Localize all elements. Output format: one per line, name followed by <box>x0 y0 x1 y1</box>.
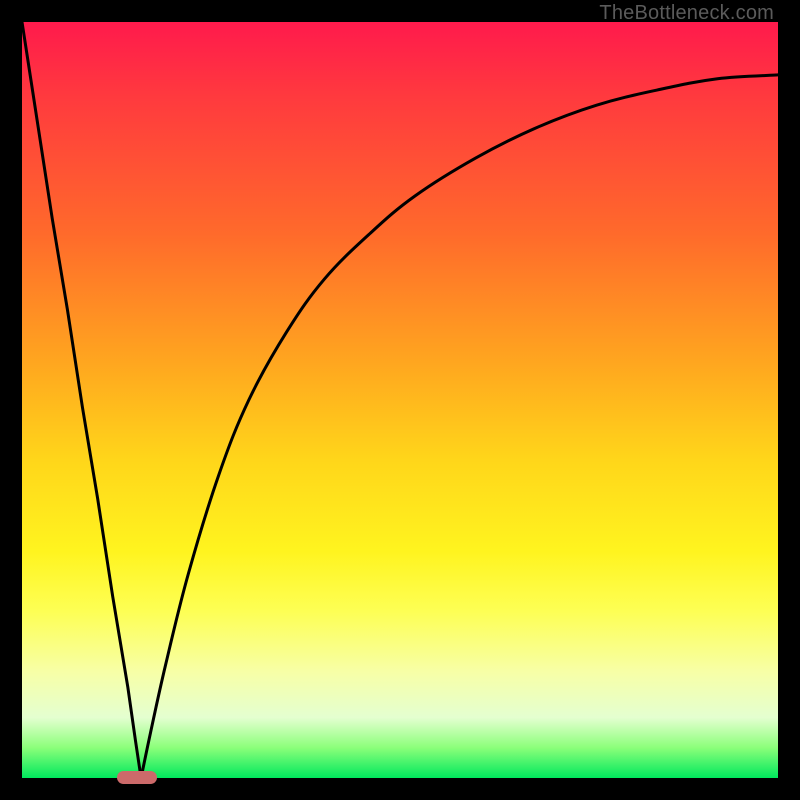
curve-right-branch <box>141 75 778 778</box>
chart-plot-area <box>22 22 778 778</box>
chart-frame: TheBottleneck.com <box>0 0 800 800</box>
curve-left-branch <box>22 22 141 778</box>
watermark-text: TheBottleneck.com <box>599 2 774 25</box>
chart-curves <box>22 22 778 778</box>
bottleneck-marker <box>117 771 157 784</box>
